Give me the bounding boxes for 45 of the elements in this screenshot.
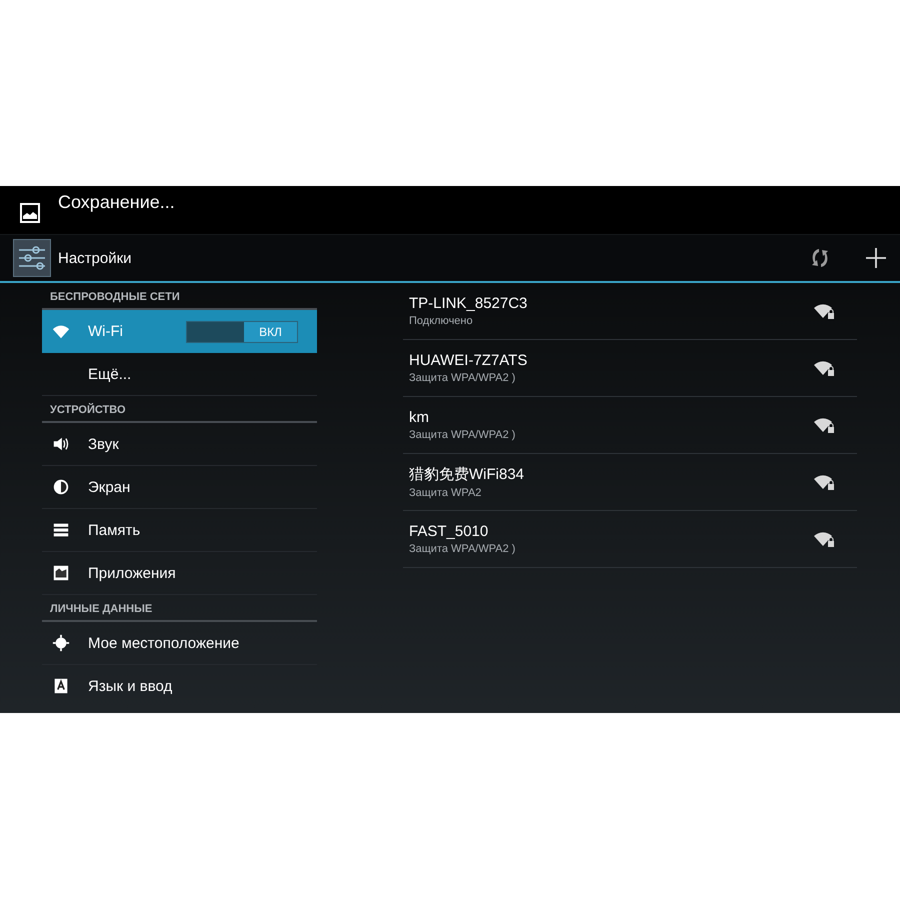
settings-item[interactable]: Wi-Fi ВКЛ bbox=[42, 310, 317, 353]
storage-icon bbox=[52, 521, 70, 539]
brightness-icon bbox=[52, 478, 70, 496]
keyboard-icon bbox=[52, 677, 70, 695]
item-label: Wi-Fi bbox=[88, 323, 124, 340]
network-name[interactable]: HUAWEI-7Z7ATS bbox=[409, 352, 813, 369]
apps-icon bbox=[52, 564, 70, 582]
item-label: Язык и ввод bbox=[88, 678, 174, 694]
item-label: Ещё... bbox=[88, 366, 132, 382]
item-label: Память bbox=[88, 522, 142, 538]
item-label: Экран bbox=[88, 478, 132, 496]
settings-item[interactable]: Ещё... bbox=[42, 353, 317, 396]
add-icon[interactable] bbox=[864, 246, 888, 270]
network-status: Защита WPA/WPA2 ) bbox=[409, 543, 516, 555]
settings-item[interactable]: Звук bbox=[42, 423, 317, 466]
wifi-icon bbox=[52, 322, 70, 340]
network-status: Защита WPA/WPA2 ) bbox=[409, 372, 516, 384]
network-name[interactable]: km bbox=[409, 409, 813, 426]
wifi-lock-icon bbox=[813, 416, 835, 434]
network-name[interactable]: 猎豹免费WiFi834 bbox=[409, 465, 813, 484]
settings-item[interactable]: Язык и ввод bbox=[42, 665, 317, 707]
network-status: Защита WPA2 bbox=[409, 487, 482, 499]
network-name[interactable]: TP-LINK_8527C3 bbox=[409, 295, 813, 312]
wifi-lock-icon bbox=[813, 530, 835, 548]
notification-text: Сохранение... bbox=[58, 192, 175, 212]
item-label: Приложения bbox=[88, 564, 177, 582]
network-status: Защита WPA/WPA2 ) bbox=[409, 429, 516, 441]
app-title: Настройки bbox=[58, 250, 132, 266]
settings-item[interactable]: Память bbox=[42, 509, 317, 552]
speaker-icon bbox=[52, 435, 70, 453]
network-name[interactable]: FAST_5010 bbox=[409, 523, 813, 540]
wifi-lock-icon bbox=[813, 302, 835, 320]
settings-item[interactable]: Мое местоположение bbox=[42, 622, 317, 665]
location-icon bbox=[52, 634, 70, 652]
section-header: ЛИЧНЫЕ ДАННЫЕ bbox=[42, 595, 317, 622]
wifi-lock-icon bbox=[813, 359, 835, 377]
image-icon bbox=[20, 203, 40, 223]
item-label: Звук bbox=[88, 436, 120, 452]
section-header: УСТРОЙСТВО bbox=[42, 396, 317, 423]
settings-item[interactable]: Экран bbox=[42, 466, 317, 509]
network-status: Подключено bbox=[409, 315, 474, 327]
settings-item[interactable]: Приложения bbox=[42, 552, 317, 595]
settings-icon[interactable] bbox=[13, 239, 51, 277]
item-label: Мое местоположение bbox=[88, 634, 240, 652]
wifi-lock-icon bbox=[813, 473, 835, 491]
